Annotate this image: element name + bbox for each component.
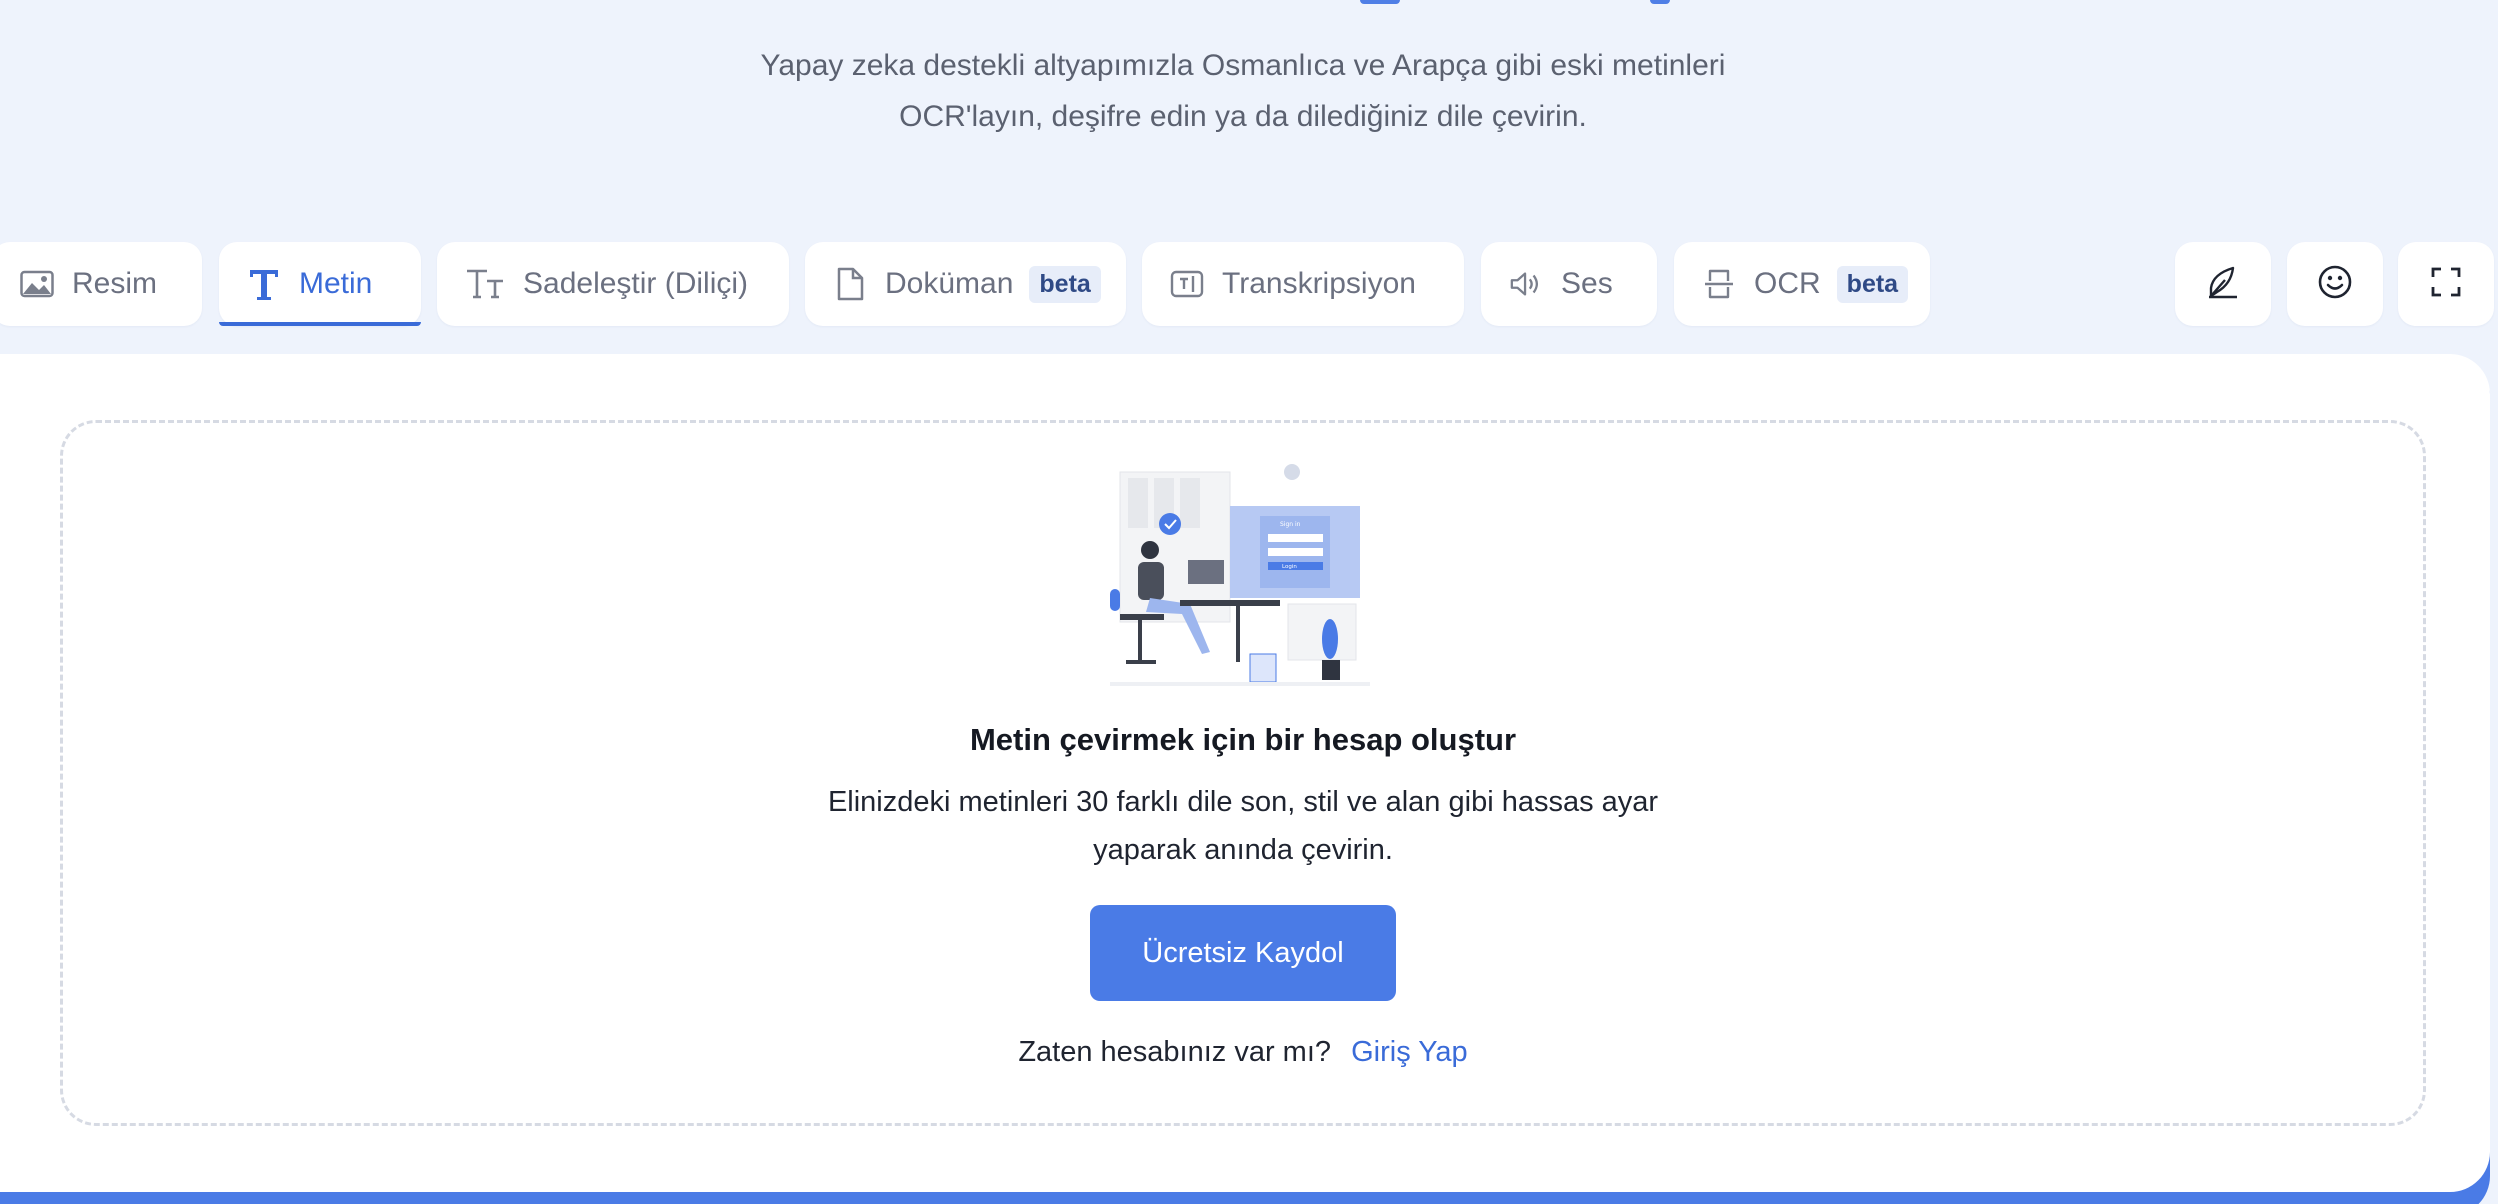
feather-pen-icon	[2205, 264, 2241, 305]
tab-label: Resim	[72, 267, 158, 300]
tab-ses[interactable]: Ses	[1481, 242, 1657, 326]
signup-button[interactable]: Ücretsiz Kaydol	[1090, 905, 1396, 1001]
feather-pen-button[interactable]	[2175, 242, 2271, 326]
tab-label: OCR	[1754, 267, 1821, 300]
intro-line-2: OCR'layın, deşifre edin ya da dilediğini…	[899, 100, 1587, 133]
speaker-icon	[1509, 267, 1543, 301]
login-prompt: Zaten hesabınız var mı? Giriş Yap	[0, 1036, 2486, 1069]
tab-resim[interactable]: Resim	[0, 242, 202, 326]
tab-metin[interactable]: Metin	[219, 242, 421, 326]
tab-ocr[interactable]: OCR beta	[1674, 242, 1930, 326]
cta-description-line-2: yaparak anında çevirin.	[1093, 834, 1393, 866]
document-icon	[833, 267, 867, 301]
heading-remnant	[1350, 0, 1700, 6]
text-size-icon	[465, 267, 505, 301]
tab-sadelestir[interactable]: Sadeleştir (Diliçi)	[437, 242, 789, 326]
page: Yapay zeka destekli altyapımızla Osmanlı…	[0, 0, 2498, 1204]
login-illustration: Sign in Login	[1110, 464, 1370, 686]
tab-label: Doküman	[885, 267, 1014, 300]
text-icon	[247, 267, 281, 301]
smiley-icon	[2317, 264, 2353, 305]
login-link[interactable]: Giriş Yap	[1351, 1036, 1468, 1068]
image-icon	[20, 267, 54, 301]
tab-label: Sadeleştir (Diliçi)	[523, 267, 749, 300]
fullscreen-button[interactable]	[2398, 242, 2494, 326]
fullscreen-icon	[2430, 266, 2462, 303]
cta-title: Metin çevirmek için bir hesap oluştur	[969, 722, 1517, 757]
scan-icon	[1702, 267, 1736, 301]
tab-label: Ses	[1561, 267, 1613, 300]
intro-line-1: Yapay zeka destekli altyapımızla Osmanlı…	[760, 49, 1726, 82]
cta-description: Elinizdeki metinleri 30 farklı dile son,…	[0, 778, 2486, 874]
svg-text:Sign in: Sign in	[1280, 521, 1301, 528]
have-account-text: Zaten hesabınız var mı?	[1018, 1036, 1332, 1068]
cta-description-line-1: Elinizdeki metinleri 30 farklı dile son,…	[827, 786, 1659, 818]
tab-dokuman[interactable]: Doküman beta	[805, 242, 1126, 326]
svg-text:Login: Login	[1282, 564, 1297, 570]
intro-text: Yapay zeka destekli altyapımızla Osmanlı…	[0, 40, 2486, 142]
tab-transkripsiyon[interactable]: Transkripsiyon	[1142, 242, 1464, 326]
emoji-button[interactable]	[2287, 242, 2383, 326]
tab-label: Metin	[299, 267, 373, 300]
transcription-icon	[1170, 267, 1204, 301]
beta-badge: beta	[1029, 265, 1101, 303]
beta-badge: beta	[1836, 265, 1909, 303]
tab-label: Transkripsiyon	[1222, 267, 1416, 300]
